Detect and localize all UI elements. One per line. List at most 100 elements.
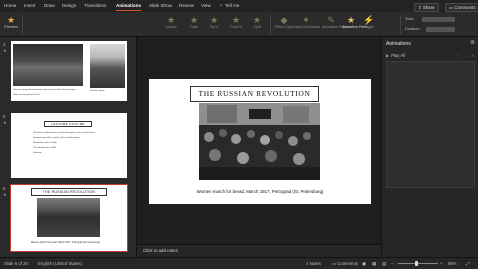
slide-photo[interactable] (199, 103, 320, 180)
thumbnail-bullet: Stalinism (33, 152, 42, 154)
notes-pane[interactable]: Click to add notes (137, 244, 381, 257)
notes-toggle-label: Notes (309, 261, 321, 266)
thumbnail-heading: LECTURE OUTLINE (44, 121, 92, 127)
comments-toggle[interactable]: ▭ Comments (332, 261, 358, 267)
slide-counter: Slide 6 of 20 (4, 261, 28, 266)
tell-me-box[interactable]: ✧ Tell me (219, 3, 239, 9)
effect-split[interactable]: ★ Split (248, 15, 266, 29)
thumbnail-portrait (90, 44, 125, 88)
start-label: Start: (405, 17, 415, 21)
preview-star-icon: ★ (6, 15, 16, 25)
start-dropdown[interactable] (422, 17, 455, 22)
normal-view-icon[interactable]: ▣ (362, 261, 366, 267)
ribbon-divider (400, 15, 401, 34)
animation-painter-button[interactable]: ✎ Animation Painter (322, 15, 350, 29)
crowd-photo-graphic (199, 103, 320, 180)
zoom-level[interactable]: 95% (448, 261, 457, 266)
effect-float-in[interactable]: ★ Float In (227, 15, 245, 29)
delete-icon[interactable]: ✕ (471, 53, 475, 58)
ribbon-divider (22, 15, 23, 34)
thumbnail-number: 6 (3, 186, 6, 191)
duration-stepper[interactable] (426, 27, 455, 32)
tab-slide-show[interactable]: Slide Show (149, 3, 172, 8)
star-icon: ★ (209, 15, 219, 25)
slide-title[interactable]: THE RUSSIAN REVOLUTION (190, 86, 319, 102)
effect-options-button[interactable]: ◆ Effect Options (275, 15, 298, 29)
thumbnail-number: 5 (3, 114, 6, 119)
animation-pane: Animations ⊗ ▶ Play All ↑ ↓ ✕ (381, 37, 478, 257)
share-label: Share (422, 5, 435, 10)
lightning-icon: ⚡ (363, 15, 375, 25)
share-button[interactable]: ⇪ Share (414, 3, 439, 12)
zoom-slider-handle[interactable] (414, 261, 418, 266)
notes-placeholder: Click to add notes (143, 248, 178, 253)
add-animation-icon: ✦ (302, 15, 310, 25)
tell-me-label: Tell me (224, 3, 240, 8)
play-icon: ▶ (386, 53, 390, 58)
zoom-out-icon[interactable]: − (391, 261, 394, 266)
close-icon[interactable]: ⊗ (470, 39, 475, 46)
thumbnail-bullet: The Russian Revolution and the Emergence… (33, 132, 96, 134)
thumbnail-caption: Where do we go from here? (13, 94, 41, 96)
comments-button[interactable]: ▭ Comments (445, 3, 478, 12)
slide-thumbnail-4[interactable]: View on a large Demonstration which spre… (11, 41, 127, 101)
move-up-icon[interactable]: ↑ (457, 53, 459, 58)
slide-thumbnail-6[interactable]: THE RUSSIAN REVOLUTION Women march for b… (10, 184, 128, 252)
animation-pane-star-icon: ★ (346, 15, 356, 25)
current-slide[interactable]: THE RUSSIAN REVOLUTION Women march for b… (149, 79, 371, 204)
duration-label: Duration: (405, 27, 421, 31)
tab-animations[interactable]: Animations (116, 3, 142, 11)
ribbon-divider (270, 15, 271, 34)
reading-view-icon[interactable]: ▤ (382, 261, 386, 267)
status-bar: Slide 6 of 20 English (United States) ≡ … (0, 257, 478, 269)
preview-label: Preview (4, 25, 18, 29)
trigger-button[interactable]: ⚡ Trigger (360, 15, 378, 29)
effect-appear[interactable]: ★ Appear (162, 15, 180, 29)
tab-insert[interactable]: Insert (24, 3, 36, 8)
tab-view[interactable]: View (201, 3, 211, 8)
ribbon-tab-bar: Home Insert Draw Design Transitions Anim… (0, 0, 478, 12)
star-icon: ★ (189, 15, 199, 25)
thumbnail-bullet: Revolution and Civil War (33, 142, 57, 144)
animation-list[interactable] (386, 61, 475, 188)
animation-pane-button[interactable]: ★ Animation Pane (342, 15, 367, 29)
zoom-slider[interactable] (398, 263, 438, 264)
play-all-label: Play All (391, 53, 405, 58)
animations-ribbon: ★ Preview ★ Appear ★ Fade ★ Fly In ★ Float I… (0, 12, 478, 37)
preview-button[interactable]: ★ Preview (4, 15, 18, 29)
paintbrush-icon: ✎ (327, 15, 335, 25)
comments-toggle-label: Comments (337, 261, 359, 266)
play-all-button[interactable]: ▶ Play All (386, 53, 405, 58)
animation-star-icon: ★ (3, 192, 7, 197)
animation-star-icon: ★ (3, 48, 7, 53)
thumbnail-caption: Portrait caption (90, 90, 105, 92)
tab-draw[interactable]: Draw (44, 3, 55, 8)
effect-fade[interactable]: ★ Fade (185, 15, 203, 29)
move-down-icon[interactable]: ↓ (464, 53, 466, 58)
tab-design[interactable]: Design (62, 3, 76, 8)
slide-thumbnail-pane[interactable]: 4 ★ View on a large Demonstration which … (0, 37, 137, 257)
tab-home[interactable]: Home (4, 3, 16, 8)
notes-toggle[interactable]: ≡ Notes (306, 261, 321, 266)
star-icon: ★ (231, 15, 241, 25)
language-status[interactable]: English (United States) (38, 261, 82, 266)
tab-review[interactable]: Review (179, 3, 194, 8)
effect-options-icon: ◆ (280, 15, 288, 25)
powerpoint-window: Home Insert Draw Design Transitions Anim… (0, 0, 478, 269)
thumbnail-bullet: Revolutionary Ideas and the Russian Revo… (33, 137, 80, 139)
fit-to-window-icon[interactable]: ⤢ (466, 261, 469, 266)
tab-transitions[interactable]: Transitions (84, 3, 106, 8)
add-animation-button[interactable]: ✦ Add Animation (297, 15, 320, 29)
slide-caption[interactable]: Women march for bread, March 1917, Petro… (149, 189, 371, 194)
slide-thumbnail-5[interactable]: LECTURE OUTLINE The Russian Revolution a… (11, 113, 127, 178)
thumbnail-number: 4 (3, 42, 6, 47)
comments-label: Comments (454, 5, 476, 10)
zoom-in-icon[interactable]: + (440, 261, 443, 266)
thumbnail-caption: Women march for bread, March 1917, Petro… (31, 241, 101, 244)
star-icon: ★ (252, 15, 262, 25)
animation-pane-title: Animations (386, 41, 411, 47)
slide-sorter-icon[interactable]: ▦ (372, 261, 376, 267)
thumbnail-photo (13, 44, 83, 86)
effect-fly-in[interactable]: ★ Fly In (205, 15, 223, 29)
thumbnail-heading: THE RUSSIAN REVOLUTION (31, 188, 107, 196)
